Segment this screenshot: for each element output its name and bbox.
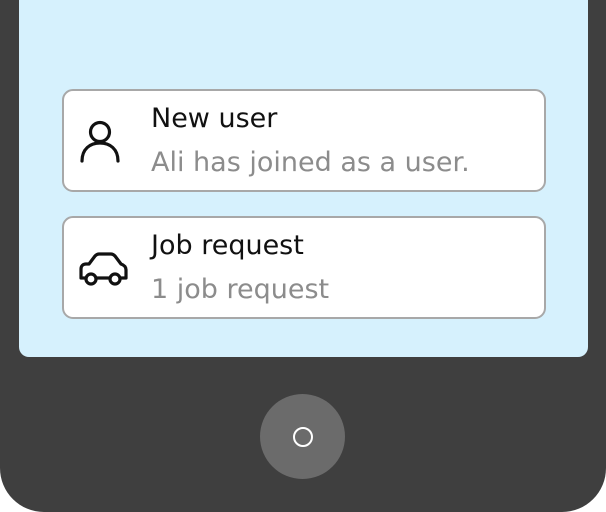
notification-title: Job request [151,230,304,261]
home-circle-icon [293,427,313,447]
notification-body: 1 job request [151,274,330,305]
phone-frame: New user Ali has joined as a user. Job r… [0,0,606,512]
car-icon [78,246,128,292]
notification-card-job-request[interactable]: Job request 1 job request [62,216,546,319]
notification-title: New user [151,103,278,134]
user-icon [78,119,128,165]
home-button[interactable] [260,394,345,479]
notification-body: Ali has joined as a user. [151,147,470,178]
notification-card-new-user[interactable]: New user Ali has joined as a user. [62,89,546,192]
